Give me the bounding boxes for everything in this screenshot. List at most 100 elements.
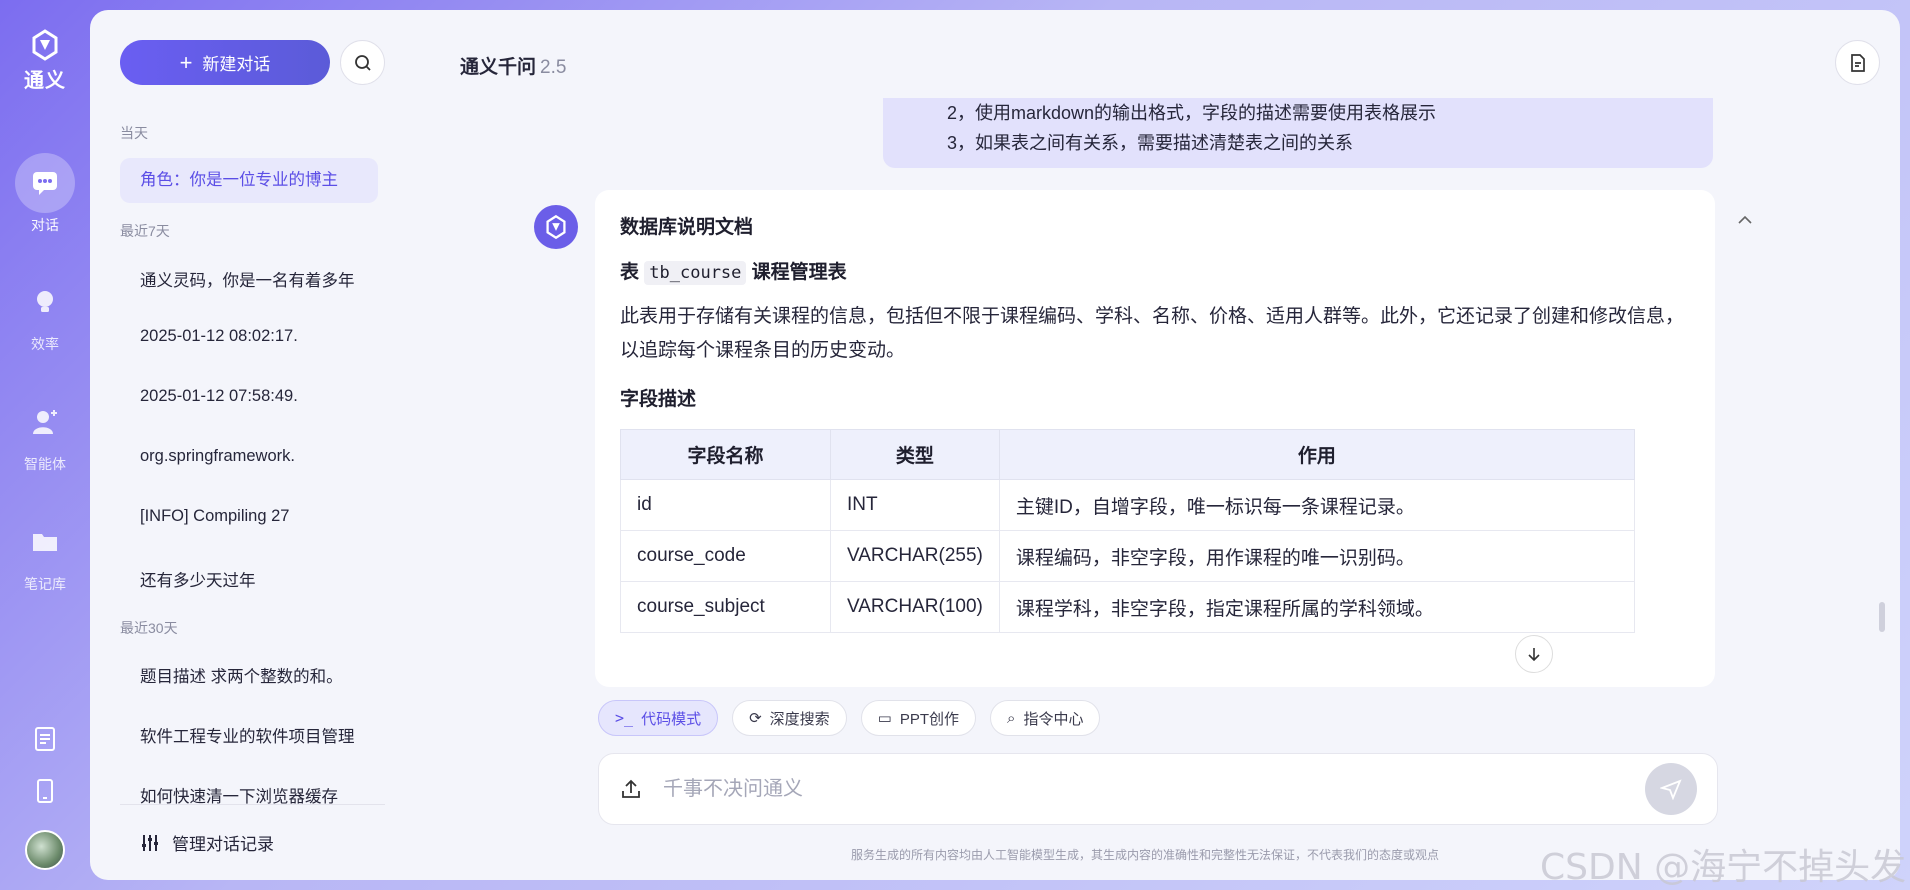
chip-code-mode[interactable]: >_ 代码模式 (598, 700, 719, 736)
tongyi-logo-icon (546, 214, 566, 240)
conversation-item[interactable]: 题目描述 求两个整数的和。 (140, 663, 365, 687)
chip-label: 深度搜索 (769, 710, 830, 728)
mode-chips: >_ 代码模式 ⟳ 深度搜索 ▭ PPT创作 ⌕ 指令中心 (598, 700, 1101, 736)
deep-search-icon: ⟳ (749, 710, 762, 727)
table-cell: course_subject (620, 581, 831, 633)
logo-label: 通义 (24, 70, 66, 92)
send-icon (1660, 779, 1682, 800)
fields-heading: 字段描述 (620, 389, 697, 410)
table-cell: 主键ID，自增字段，唯一标识每一条课程记录。 (998, 479, 1636, 531)
table-header-row: 字段名称 类型 作用 (620, 429, 1636, 480)
conversation-item[interactable]: 还有多少天过年 (140, 567, 365, 591)
terminal-icon: >_ (615, 709, 634, 727)
presentation-icon: ▭ (877, 710, 892, 727)
assistant-avatar (534, 205, 578, 249)
chat-icon (33, 172, 57, 195)
document-export-icon (1850, 53, 1865, 72)
model-version: 2.5 (540, 57, 567, 78)
table-cell: course_code (620, 530, 831, 582)
tongyi-logo-icon (32, 29, 58, 61)
manage-label: 管理对话记录 (172, 835, 274, 854)
app-title: 通义千问 (460, 57, 537, 78)
section-title: 当天 (120, 125, 148, 141)
rail-item-chat[interactable]: 对话 (15, 153, 75, 235)
export-doc-button[interactable] (1835, 40, 1880, 85)
rail-item-label: 效率 (31, 336, 59, 352)
table-cell: VARCHAR(100) (830, 581, 1000, 633)
table-cell: VARCHAR(255) (830, 530, 1000, 582)
new-chat-button[interactable]: + 新建对话 (120, 40, 330, 85)
manage-history-button[interactable]: 管理对话记录 (140, 830, 274, 855)
table-cell: 课程学科，非空字段，指定课程所属的学科领域。 (998, 581, 1636, 633)
scroll-to-bottom-button[interactable] (1515, 635, 1553, 673)
user-message-line: 2，使用markdown的输出格式，字段的描述需要使用表格展示 (947, 103, 1437, 123)
avatar[interactable] (25, 830, 65, 870)
table-cell: 课程编码，非空字段，用作课程的唯一识别码。 (998, 530, 1636, 582)
table-heading-prefix: 表 (620, 262, 645, 283)
rail-item-notes[interactable]: 笔记库 (15, 512, 75, 594)
folder-icon (33, 534, 57, 551)
section-title: 最近7天 (120, 223, 170, 239)
tablet-icon[interactable] (32, 778, 58, 804)
divider (120, 804, 385, 805)
table-row: course_code VARCHAR(255) 课程编码，非空字段，用作课程的… (620, 530, 1636, 582)
disclaimer-text: 服务生成的所有内容均由人工智能模型生成，其生成内容的准确性和完整性无法保证，不代… (851, 848, 1440, 862)
conversation-item[interactable]: 通义灵码，你是一名有着多年 (140, 267, 365, 291)
chevron-up-icon[interactable] (1735, 210, 1755, 230)
conversation-item[interactable]: 软件工程专业的软件项目管理 (140, 723, 365, 747)
nav-rail: 通义 对话 效率 智能体 笔记库 (0, 0, 90, 890)
agent-icon (33, 410, 57, 434)
search-icon (354, 54, 371, 71)
page-title: 通义千问 2.5 (460, 52, 566, 79)
user-message-bubble: 2，使用markdown的输出格式，字段的描述需要使用表格展示 3，如果表之间有… (883, 98, 1713, 168)
rail-item-label: 笔记库 (24, 576, 66, 592)
message-composer (598, 753, 1718, 825)
column-header: 字段名称 (620, 429, 831, 480)
arrow-down-icon (1528, 648, 1540, 662)
app-logo[interactable]: 通义 (24, 28, 66, 93)
chip-label: PPT创作 (899, 710, 960, 728)
watermark: CSDN @海宁不掉头发 (1540, 847, 1907, 888)
upload-icon[interactable] (619, 777, 643, 801)
table-name-code: tb_course (644, 261, 747, 285)
column-header: 作用 (998, 429, 1636, 480)
new-chat-label: 新建对话 (202, 55, 271, 74)
conversation-item[interactable]: 2025-01-12 08:02:17. (140, 327, 365, 346)
chip-ppt[interactable]: ▭ PPT创作 (860, 700, 977, 736)
chip-label: 指令中心 (1023, 710, 1084, 728)
send-button[interactable] (1645, 763, 1697, 815)
rail-item-label: 对话 (31, 217, 59, 233)
document-icon[interactable] (32, 726, 58, 752)
table-row: course_subject VARCHAR(100) 课程学科，非空字段，指定… (620, 581, 1636, 633)
table-cell: INT (830, 479, 1000, 531)
conversation-sidebar: + 新建对话 当天 角色：你是一位专业的博主 最近7天 通义灵码，你是一名有着多… (90, 10, 415, 880)
chip-deep-search[interactable]: ⟳ 深度搜索 (732, 700, 847, 736)
rail-item-efficiency[interactable]: 效率 (15, 272, 75, 354)
conversation-item[interactable]: [INFO] Compiling 27 (140, 507, 365, 526)
conversation-item[interactable]: 2025-01-12 07:58:49. (140, 387, 365, 406)
table-heading: 表 tb_course 课程管理表 (620, 257, 1690, 285)
table-cell: id (620, 479, 831, 531)
sliders-icon (142, 834, 158, 851)
chip-label: 代码模式 (641, 710, 702, 728)
lightbulb-icon (37, 291, 53, 312)
table-heading-suffix: 课程管理表 (746, 262, 847, 283)
rail-item-label: 智能体 (24, 456, 66, 472)
fields-table: 字段名称 类型 作用 id INT 主键ID，自增字段，唯一标识每一条课程记录。… (620, 429, 1636, 633)
rail-item-agent[interactable]: 智能体 (15, 392, 75, 474)
section-title: 最近30天 (120, 620, 178, 636)
conversation-item[interactable]: 角色：你是一位专业的博主 (120, 158, 378, 203)
answer-heading: 数据库说明文档 (620, 217, 754, 238)
column-header: 类型 (830, 429, 1000, 480)
user-message-line: 3，如果表之间有关系，需要描述清楚表之间的关系 (947, 133, 1354, 153)
conversation-item[interactable]: org.springframework. (140, 447, 365, 466)
command-icon: ⌕ (1007, 709, 1016, 727)
message-input[interactable] (663, 777, 1645, 801)
table-description: 此表用于存储有关课程的信息，包括但不限于课程编码、学科、名称、价格、适用人群等。… (620, 306, 1685, 361)
scrollbar[interactable] (1879, 602, 1885, 632)
table-row: id INT 主键ID，自增字段，唯一标识每一条课程记录。 (620, 479, 1636, 531)
chip-command-center[interactable]: ⌕ 指令中心 (990, 700, 1101, 736)
plus-icon: + (179, 49, 193, 75)
main-panel: 通义千问 2.5 2，使用markdown的输出格式，字段的描述需要使用表格展示 … (415, 10, 1900, 880)
search-button[interactable] (340, 40, 385, 85)
